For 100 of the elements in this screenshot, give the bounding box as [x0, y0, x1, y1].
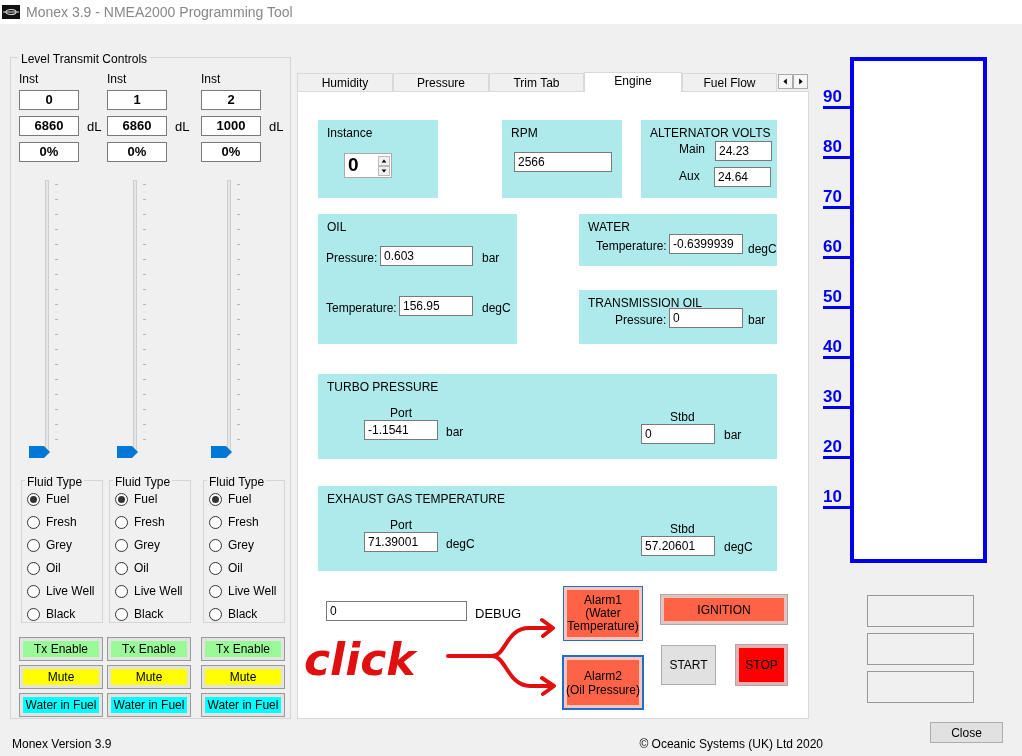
- input-field[interactable]: 24.64: [714, 167, 771, 187]
- radio-option[interactable]: Fresh: [27, 514, 102, 530]
- alarm-button[interactable]: Alarm2 (Oil Pressure): [564, 657, 642, 708]
- spin-box[interactable]: 0: [344, 153, 392, 178]
- spin-down-icon[interactable]: [378, 165, 390, 176]
- radio-button[interactable]: [209, 538, 222, 552]
- radio-button[interactable]: [27, 607, 40, 621]
- spin-up-icon[interactable]: [378, 155, 390, 166]
- input-field[interactable]: 24.23: [715, 141, 772, 161]
- tab[interactable]: Engine: [584, 72, 682, 92]
- label: DEBUG: [475, 606, 522, 621]
- radio-button[interactable]: [115, 561, 128, 575]
- radio-option[interactable]: Fresh: [209, 514, 284, 530]
- radio-button[interactable]: [115, 584, 128, 598]
- label: Temperature:: [596, 239, 667, 253]
- input-field[interactable]: 0: [641, 424, 715, 444]
- ignition-button[interactable]: IGNITION: [661, 595, 787, 624]
- start-button[interactable]: START: [661, 645, 716, 685]
- radio-option[interactable]: Oil: [209, 560, 284, 576]
- radio-option[interactable]: Black: [115, 606, 190, 622]
- input-field[interactable]: 0%: [201, 142, 261, 162]
- label: degC: [748, 242, 777, 256]
- input-field[interactable]: -1.1541: [364, 420, 438, 440]
- tab[interactable]: Trim Tab: [489, 73, 584, 91]
- radio-button[interactable]: [209, 607, 222, 621]
- radio-button[interactable]: [115, 492, 128, 506]
- alarm-button[interactable]: Alarm1 (Water Temperature): [564, 587, 642, 640]
- slider-thumb[interactable]: [117, 446, 139, 458]
- slider-thumb[interactable]: [211, 446, 233, 458]
- radio-option[interactable]: Grey: [115, 537, 190, 553]
- label: bar: [748, 313, 766, 327]
- group-title: Level Transmit Controls: [21, 52, 148, 66]
- radio-button[interactable]: [27, 561, 40, 575]
- radio-option[interactable]: Fuel: [115, 491, 190, 507]
- radio-option[interactable]: Live Well: [209, 583, 284, 599]
- radio-option[interactable]: Fresh: [115, 514, 190, 530]
- radio-button[interactable]: [27, 515, 40, 529]
- radio-option[interactable]: Live Well: [27, 583, 102, 599]
- input-field[interactable]: 6860: [19, 116, 79, 136]
- scroll-right-icon[interactable]: [793, 74, 808, 89]
- label: Port: [390, 406, 412, 420]
- label: Aux: [679, 169, 700, 183]
- input-field[interactable]: -0.6399939: [669, 234, 743, 254]
- toggle-button[interactable]: Water in Fuel: [202, 694, 284, 716]
- stop-button[interactable]: STOP: [736, 645, 787, 685]
- toggle-button[interactable]: Water in Fuel: [108, 694, 190, 716]
- radio-option[interactable]: Fuel: [27, 491, 102, 507]
- label: bar: [482, 251, 500, 265]
- input-field[interactable]: 0: [669, 308, 743, 328]
- input-field[interactable]: 1000: [201, 116, 261, 136]
- annotation-text: click: [304, 634, 416, 685]
- input-field[interactable]: 0: [19, 90, 79, 110]
- input-field[interactable]: 2: [201, 90, 261, 110]
- radio-option[interactable]: Black: [209, 606, 284, 622]
- toggle-button[interactable]: Mute: [202, 666, 284, 688]
- label: Stbd: [670, 410, 695, 424]
- input-field[interactable]: 0.603: [380, 246, 473, 266]
- tab[interactable]: Humidity: [297, 73, 393, 91]
- radio-button[interactable]: [115, 515, 128, 529]
- input-field[interactable]: 0: [326, 601, 467, 621]
- toggle-button[interactable]: Tx Enable: [202, 638, 284, 660]
- radio-button[interactable]: [115, 538, 128, 552]
- toggle-button[interactable]: Tx Enable: [108, 638, 190, 660]
- toggle-button[interactable]: Tx Enable: [20, 638, 102, 660]
- input-field[interactable]: 0%: [107, 142, 167, 162]
- radio-button[interactable]: [209, 561, 222, 575]
- tab[interactable]: Pressure: [393, 73, 489, 91]
- radio-option[interactable]: Oil: [115, 560, 190, 576]
- panel-title: OIL: [327, 220, 347, 234]
- radio-option[interactable]: Black: [27, 606, 102, 622]
- input-field[interactable]: 0%: [19, 142, 79, 162]
- input-field[interactable]: 57.20601: [641, 536, 715, 556]
- unit-label: dL: [269, 117, 284, 136]
- radio-option[interactable]: Fuel: [209, 491, 284, 507]
- toggle-button[interactable]: Mute: [20, 666, 102, 688]
- toggle-button[interactable]: Mute: [108, 666, 190, 688]
- radio-button[interactable]: [209, 492, 222, 506]
- input-field[interactable]: 156.95: [399, 296, 473, 316]
- label: Inst: [19, 71, 40, 88]
- radio-option[interactable]: Live Well: [115, 583, 190, 599]
- radio-option[interactable]: Oil: [27, 560, 102, 576]
- input-field[interactable]: 2566: [514, 152, 612, 172]
- radio-button[interactable]: [27, 492, 40, 506]
- scroll-left-icon[interactable]: [778, 74, 793, 89]
- label: Inst: [201, 71, 222, 88]
- group-title: Fluid Type: [27, 475, 83, 489]
- radio-button[interactable]: [27, 538, 40, 552]
- toggle-button[interactable]: Water in Fuel: [20, 694, 102, 716]
- close-button[interactable]: Close: [930, 722, 1003, 743]
- radio-button[interactable]: [115, 607, 128, 621]
- radio-button[interactable]: [209, 584, 222, 598]
- tab[interactable]: Fuel Flow: [682, 73, 777, 91]
- input-field[interactable]: 71.39001: [364, 532, 438, 552]
- input-field[interactable]: 1: [107, 90, 167, 110]
- radio-button[interactable]: [27, 584, 40, 598]
- radio-button[interactable]: [209, 515, 222, 529]
- radio-option[interactable]: Grey: [27, 537, 102, 553]
- slider-thumb[interactable]: [29, 446, 51, 458]
- radio-option[interactable]: Grey: [209, 537, 284, 553]
- input-field[interactable]: 6860: [107, 116, 167, 136]
